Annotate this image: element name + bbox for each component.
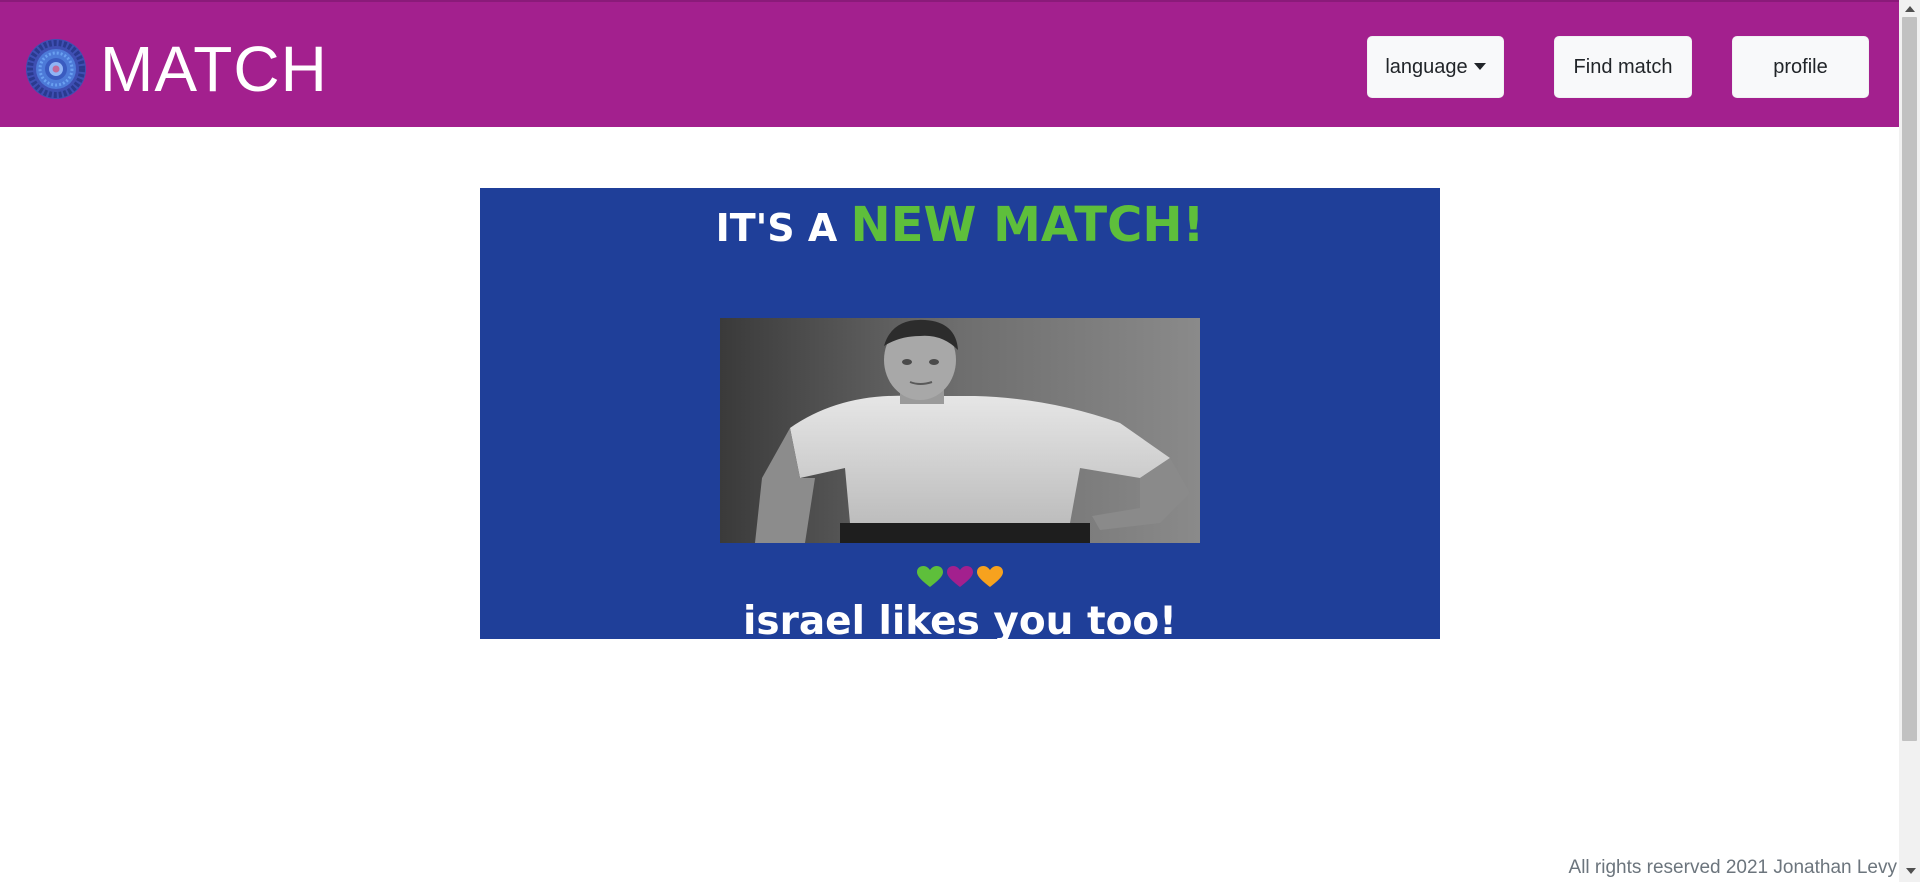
profile-label: profile	[1773, 55, 1828, 78]
heart-icon-purple	[947, 566, 973, 587]
find-match-label: Find match	[1573, 55, 1673, 78]
language-label: language	[1385, 55, 1468, 78]
footer-copyright: All rights reserved 2021 Jonathan Levy	[1568, 857, 1897, 878]
vertical-scrollbar[interactable]	[1899, 0, 1920, 882]
language-dropdown-button[interactable]: language	[1367, 36, 1504, 98]
top-navbar: MATCH language Find match profile	[0, 0, 1899, 127]
scroll-up-arrow-icon[interactable]	[1905, 6, 1915, 12]
match-card: IT'S A NEW MATCH! israel likes you too!	[480, 188, 1440, 639]
headline-accent: NEW MATCH!	[850, 197, 1205, 253]
heart-icon-green	[917, 566, 943, 587]
scroll-down-arrow-icon[interactable]	[1906, 868, 1916, 874]
headline-prefix: IT'S A	[715, 206, 838, 250]
match-message: israel likes you too!	[743, 599, 1177, 639]
match-photo-image	[720, 318, 1200, 543]
mandala-logo-icon[interactable]	[24, 37, 88, 101]
match-photo	[720, 318, 1200, 543]
match-headline: IT'S A NEW MATCH!	[480, 196, 1440, 257]
profile-button[interactable]: profile	[1732, 36, 1869, 98]
hearts-row	[480, 566, 1440, 588]
brand-title[interactable]: MATCH	[100, 30, 328, 108]
scrollbar-thumb[interactable]	[1902, 17, 1917, 741]
caret-down-icon	[1473, 62, 1486, 70]
find-match-button[interactable]: Find match	[1554, 36, 1692, 98]
heart-icon-orange	[977, 566, 1003, 587]
